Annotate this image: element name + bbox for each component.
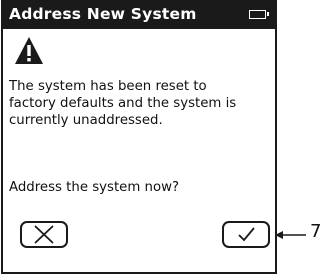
warning-icon bbox=[15, 37, 43, 64]
title-bar: Address New System bbox=[3, 0, 275, 29]
callout-number: 7 bbox=[310, 221, 322, 242]
dialog-question: Address the system now? bbox=[9, 180, 180, 195]
message-line: factory defaults and the system is bbox=[9, 96, 237, 111]
dialog-message: The system has been reset to factory def… bbox=[9, 78, 274, 129]
checkmark-icon bbox=[238, 227, 255, 242]
window-title: Address New System bbox=[9, 5, 197, 23]
message-line: currently unaddressed. bbox=[9, 113, 163, 128]
confirm-button[interactable] bbox=[222, 221, 270, 248]
device-screen: Address New System The system has been r… bbox=[1, 0, 277, 274]
x-icon bbox=[34, 225, 54, 244]
message-line: The system has been reset to bbox=[9, 79, 207, 94]
battery-icon bbox=[249, 10, 269, 19]
cancel-button[interactable] bbox=[20, 221, 68, 248]
